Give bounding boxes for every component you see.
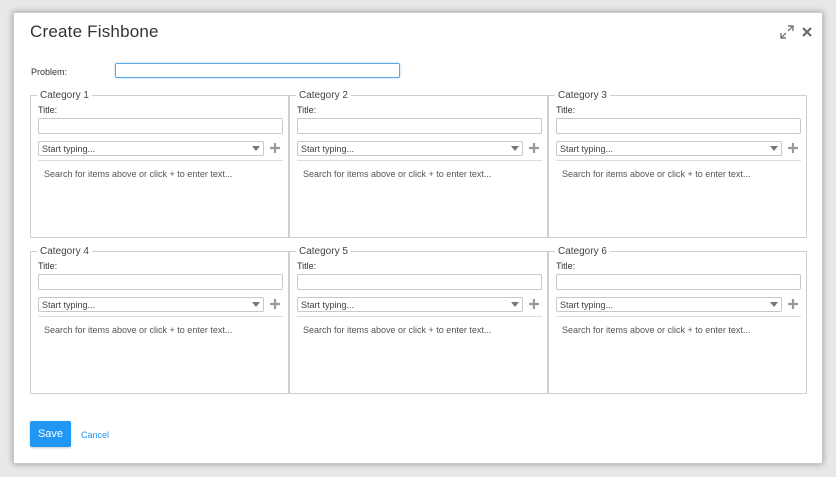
cancel-link[interactable]: Cancel <box>81 430 109 440</box>
add-item-icon[interactable] <box>269 142 281 154</box>
category-box-4: Category 4 Title: Start typing... Search… <box>30 245 289 394</box>
close-icon[interactable] <box>799 24 815 40</box>
chevron-down-icon <box>252 146 260 151</box>
category-item-select[interactable]: Start typing... <box>556 297 782 312</box>
category-legend: Category 5 <box>296 245 351 258</box>
category-item-select[interactable]: Start typing... <box>38 141 264 156</box>
divider <box>297 316 542 317</box>
category-title-label: Title: <box>38 105 58 115</box>
expand-icon[interactable] <box>779 24 795 40</box>
chevron-down-icon <box>770 302 778 307</box>
category-legend: Category 6 <box>555 245 610 258</box>
category-empty-text: Search for items above or click + to ent… <box>303 325 492 335</box>
category-title-input[interactable] <box>38 274 283 290</box>
category-box-1: Category 1 Title: Start typing... Search… <box>30 89 289 238</box>
category-select-placeholder: Start typing... <box>301 144 355 154</box>
category-title-label: Title: <box>297 261 317 271</box>
category-item-select[interactable]: Start typing... <box>297 141 523 156</box>
divider <box>556 160 801 161</box>
category-empty-text: Search for items above or click + to ent… <box>562 169 751 179</box>
category-title-input[interactable] <box>556 118 801 134</box>
category-select-placeholder: Start typing... <box>42 144 96 154</box>
add-item-icon[interactable] <box>269 298 281 310</box>
category-empty-text: Search for items above or click + to ent… <box>44 325 233 335</box>
divider <box>556 316 801 317</box>
category-legend: Category 1 <box>37 89 92 102</box>
add-item-icon[interactable] <box>787 142 799 154</box>
dialog-title: Create Fishbone <box>30 22 159 41</box>
category-title-label: Title: <box>297 105 317 115</box>
add-item-icon[interactable] <box>787 298 799 310</box>
category-box-2: Category 2 Title: Start typing... Search… <box>289 89 548 238</box>
add-item-icon[interactable] <box>528 298 540 310</box>
category-box-3: Category 3 Title: Start typing... Search… <box>548 89 807 238</box>
category-title-label: Title: <box>556 261 576 271</box>
category-title-label: Title: <box>556 105 576 115</box>
category-select-placeholder: Start typing... <box>301 300 355 310</box>
category-legend: Category 3 <box>555 89 610 102</box>
category-empty-text: Search for items above or click + to ent… <box>562 325 751 335</box>
chevron-down-icon <box>511 302 519 307</box>
divider <box>38 316 283 317</box>
category-empty-text: Search for items above or click + to ent… <box>303 169 492 179</box>
chevron-down-icon <box>252 302 260 307</box>
chevron-down-icon <box>770 146 778 151</box>
chevron-down-icon <box>511 146 519 151</box>
category-legend: Category 2 <box>296 89 351 102</box>
category-item-select[interactable]: Start typing... <box>297 297 523 312</box>
category-title-input[interactable] <box>556 274 801 290</box>
category-box-6: Category 6 Title: Start typing... Search… <box>548 245 807 394</box>
category-box-5: Category 5 Title: Start typing... Search… <box>289 245 548 394</box>
category-title-input[interactable] <box>38 118 283 134</box>
category-legend: Category 4 <box>37 245 92 258</box>
category-select-placeholder: Start typing... <box>560 144 614 154</box>
category-item-select[interactable]: Start typing... <box>556 141 782 156</box>
category-select-placeholder: Start typing... <box>42 300 96 310</box>
divider <box>38 160 283 161</box>
problem-input[interactable] <box>115 63 400 78</box>
save-button[interactable]: Save <box>30 421 71 447</box>
add-item-icon[interactable] <box>528 142 540 154</box>
category-title-input[interactable] <box>297 118 542 134</box>
category-item-select[interactable]: Start typing... <box>38 297 264 312</box>
category-title-label: Title: <box>38 261 58 271</box>
create-fishbone-dialog: Create Fishbone Problem: Category 1 Titl… <box>13 12 823 464</box>
problem-label: Problem: <box>31 67 68 77</box>
category-empty-text: Search for items above or click + to ent… <box>44 169 233 179</box>
category-title-input[interactable] <box>297 274 542 290</box>
divider <box>297 160 542 161</box>
category-select-placeholder: Start typing... <box>560 300 614 310</box>
